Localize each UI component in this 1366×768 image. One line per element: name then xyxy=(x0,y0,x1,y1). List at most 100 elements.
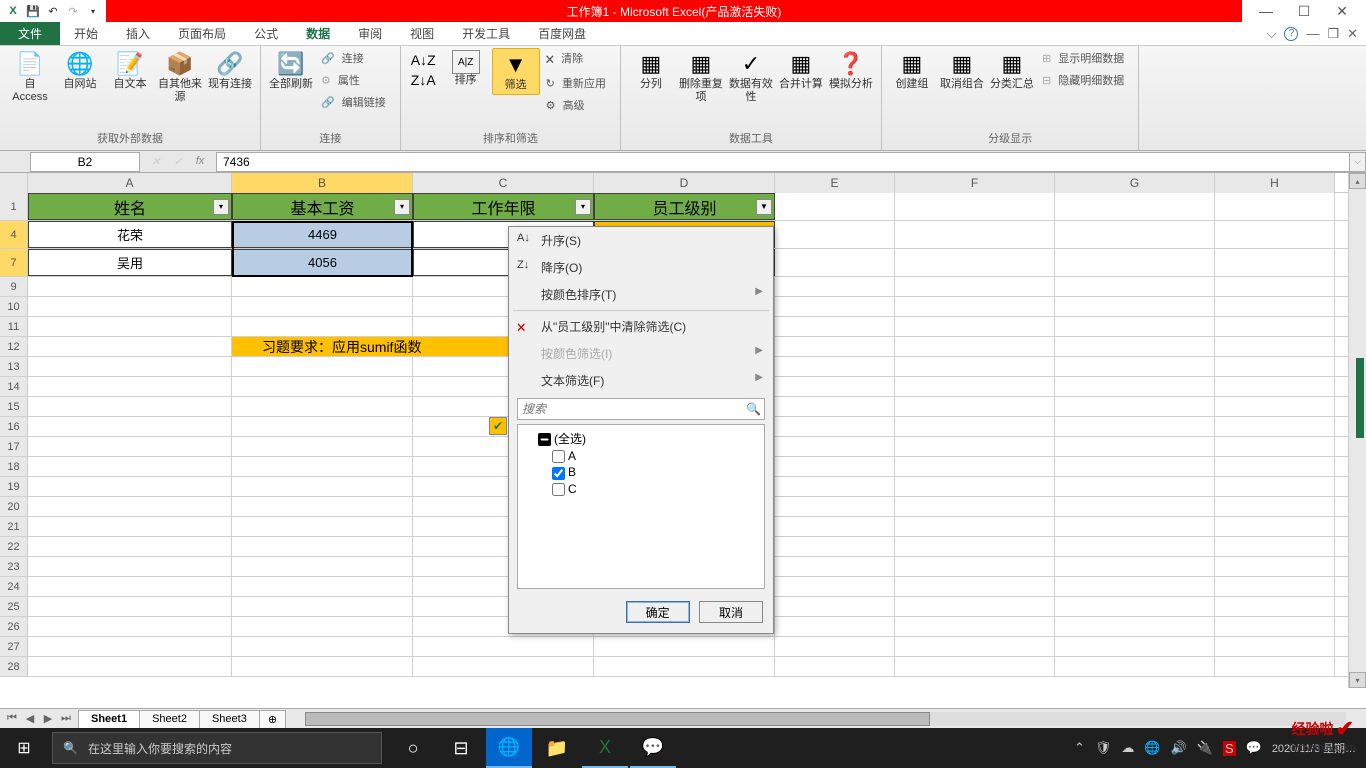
cell[interactable] xyxy=(775,221,895,248)
cell[interactable] xyxy=(28,377,232,396)
cell[interactable] xyxy=(28,557,232,576)
cell[interactable] xyxy=(775,557,895,576)
volume-icon[interactable]: 🔊 xyxy=(1171,740,1187,756)
next-sheet-icon[interactable]: ▶ xyxy=(40,712,56,725)
filter-dropdown-icon[interactable]: ▾ xyxy=(575,199,591,215)
close-button[interactable]: ✕ xyxy=(1330,2,1354,20)
subtotal-button[interactable]: ▦分类汇总 xyxy=(988,48,1036,93)
edit-links-button[interactable]: 🔗 编辑链接 xyxy=(317,92,394,112)
cell[interactable] xyxy=(1055,577,1215,596)
cell[interactable] xyxy=(895,617,1055,636)
row-header[interactable]: 23 xyxy=(0,557,28,576)
scroll-down-icon[interactable]: ▾ xyxy=(1349,672,1366,688)
cell[interactable] xyxy=(594,657,775,676)
cell[interactable] xyxy=(895,397,1055,416)
cell[interactable] xyxy=(1055,397,1215,416)
tab-home[interactable]: 开始 xyxy=(60,22,112,45)
cell[interactable] xyxy=(775,193,895,220)
cancel-formula-icon[interactable]: ✕ xyxy=(146,155,166,168)
win-minimize-icon[interactable]: — xyxy=(1306,26,1319,41)
cell[interactable] xyxy=(1215,437,1335,456)
cell[interactable] xyxy=(1055,637,1215,656)
cell[interactable] xyxy=(1215,597,1335,616)
row-header[interactable]: 16 xyxy=(0,417,28,436)
cell[interactable] xyxy=(28,437,232,456)
tab-review[interactable]: 审阅 xyxy=(344,22,396,45)
existing-conn-button[interactable]: 🔗现有连接 xyxy=(206,48,254,93)
cell[interactable] xyxy=(28,517,232,536)
row-header[interactable]: 10 xyxy=(0,297,28,316)
filter-dropdown-icon[interactable]: ▼ xyxy=(756,199,772,215)
save-icon[interactable]: 💾 xyxy=(24,2,42,20)
data-validation-button[interactable]: ✓数据有效性 xyxy=(727,48,775,106)
taskview-icon[interactable]: ⊟ xyxy=(438,728,484,768)
row-header[interactable]: 17 xyxy=(0,437,28,456)
cell[interactable] xyxy=(1055,497,1215,516)
sort-desc-icon[interactable]: Z↓A xyxy=(411,72,436,88)
clear-filter-button[interactable]: 🗙 清除 xyxy=(542,48,614,71)
row-header[interactable]: 9 xyxy=(0,277,28,296)
cell[interactable] xyxy=(1215,337,1335,356)
column-header-H[interactable]: H xyxy=(1215,173,1335,193)
cell[interactable] xyxy=(28,417,232,436)
row-header[interactable]: 4 xyxy=(0,221,28,248)
cell[interactable] xyxy=(1215,517,1335,536)
cell[interactable] xyxy=(1055,657,1215,676)
remove-duplicates-button[interactable]: ▦删除重复项 xyxy=(677,48,725,106)
cell[interactable] xyxy=(1215,377,1335,396)
cell[interactable] xyxy=(895,193,1055,220)
cell[interactable] xyxy=(232,357,413,376)
cell[interactable] xyxy=(895,517,1055,536)
minimize-ribbon-icon[interactable]: ⌵ xyxy=(1267,26,1277,42)
refresh-all-button[interactable]: 🔄全部刷新 xyxy=(267,48,315,93)
cell[interactable] xyxy=(895,477,1055,496)
tab-baidu[interactable]: 百度网盘 xyxy=(524,22,600,45)
cell[interactable] xyxy=(1055,221,1215,248)
minimize-button[interactable]: — xyxy=(1254,2,1278,20)
cell[interactable] xyxy=(1215,193,1335,220)
cell[interactable] xyxy=(775,657,895,676)
row-header[interactable]: 13 xyxy=(0,357,28,376)
column-header-A[interactable]: A xyxy=(28,173,232,193)
cell[interactable] xyxy=(232,457,413,476)
cell[interactable] xyxy=(775,577,895,596)
filter-option-a[interactable]: A xyxy=(524,448,758,464)
cell[interactable] xyxy=(28,537,232,556)
cell[interactable] xyxy=(895,657,1055,676)
cell[interactable] xyxy=(895,277,1055,296)
cell[interactable] xyxy=(775,477,895,496)
cell[interactable] xyxy=(895,537,1055,556)
cell[interactable] xyxy=(232,297,413,316)
cell[interactable] xyxy=(775,377,895,396)
cell[interactable] xyxy=(895,357,1055,376)
cell[interactable] xyxy=(232,657,413,676)
connections-button[interactable]: 🔗 连接 xyxy=(317,48,394,68)
cell[interactable] xyxy=(232,477,413,496)
cell[interactable] xyxy=(775,537,895,556)
cell[interactable] xyxy=(895,637,1055,656)
maximize-button[interactable]: ☐ xyxy=(1292,2,1316,20)
cell[interactable] xyxy=(232,377,413,396)
undo-icon[interactable]: ↶ xyxy=(44,2,62,20)
row-header[interactable]: 19 xyxy=(0,477,28,496)
reapply-button[interactable]: ↻ 重新应用 xyxy=(542,73,614,93)
cell[interactable] xyxy=(775,417,895,436)
cell[interactable] xyxy=(28,457,232,476)
cell[interactable] xyxy=(1215,249,1335,276)
cell[interactable] xyxy=(1215,417,1335,436)
cell[interactable] xyxy=(232,537,413,556)
cell[interactable] xyxy=(1215,397,1335,416)
row-header[interactable]: 27 xyxy=(0,637,28,656)
cell[interactable] xyxy=(1055,517,1215,536)
row-header[interactable]: 24 xyxy=(0,577,28,596)
ime-icon[interactable]: S xyxy=(1223,741,1236,756)
sheet-tab-3[interactable]: Sheet3 xyxy=(199,710,260,728)
cell[interactable] xyxy=(28,577,232,596)
sort-button[interactable]: A|Z排序 xyxy=(442,48,490,89)
cell[interactable] xyxy=(1055,249,1215,276)
row-header[interactable]: 21 xyxy=(0,517,28,536)
sheet-tab-2[interactable]: Sheet2 xyxy=(139,710,200,728)
expand-formula-icon[interactable]: ⌵ xyxy=(1350,152,1366,172)
cell[interactable]: 工作年限▾ xyxy=(413,193,594,220)
tab-data[interactable]: 数据 xyxy=(292,22,344,45)
